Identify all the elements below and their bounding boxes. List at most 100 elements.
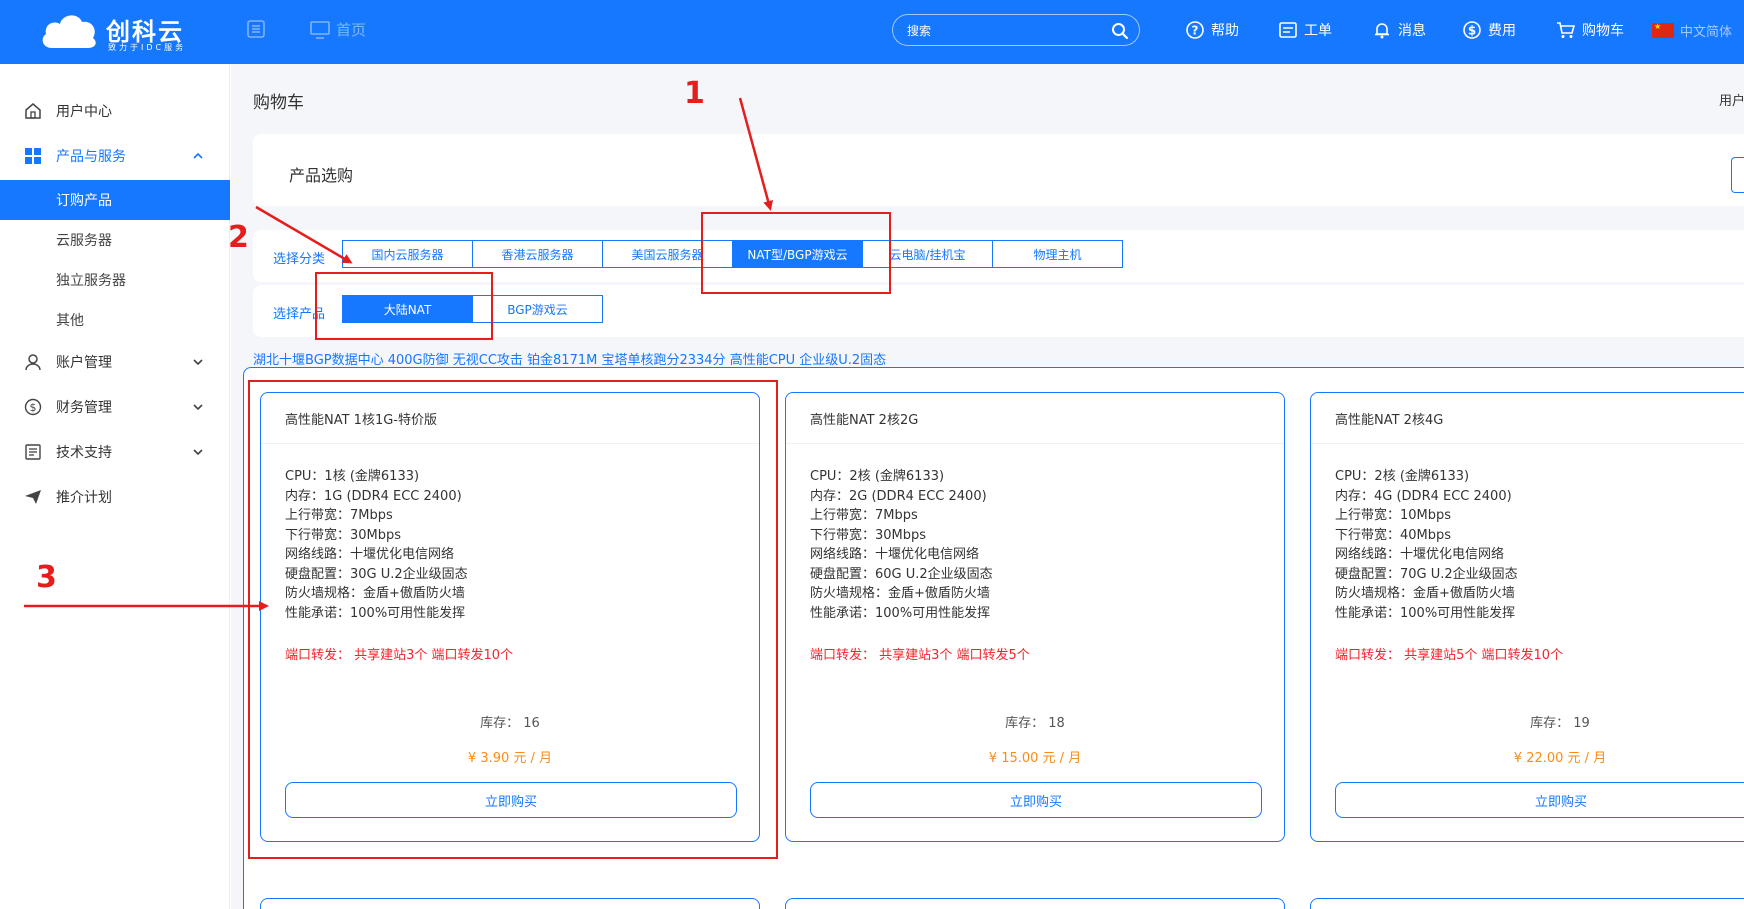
- dollar-icon: $: [24, 398, 42, 416]
- home-link[interactable]: 首页: [310, 19, 366, 40]
- plan-spec: 硬盘配置：70G U.2企业级固态: [1335, 566, 1518, 582]
- chevron-down-icon: [193, 404, 203, 411]
- panel-action-button[interactable]: [1731, 157, 1744, 193]
- paper-plane-icon: [25, 490, 41, 504]
- category-tab[interactable]: 国内云服务器: [342, 240, 473, 268]
- plan-card-next-row: [260, 898, 760, 909]
- sidebar: 用户中心 产品与服务 订购产品 云服务器 独立服务器 其他 账户管理 $ 财务管…: [0, 64, 230, 909]
- plan-spec: 硬盘配置：60G U.2企业级固态: [810, 566, 993, 582]
- monitor-icon: [310, 20, 330, 39]
- plan-card-next-row: [1310, 898, 1744, 909]
- nav-help-label: 帮助: [1211, 23, 1239, 39]
- plan-spec: 网络线路：十堰优化电信网络: [1335, 547, 1505, 562]
- category-tab[interactable]: 物理主机: [992, 240, 1123, 268]
- annotation-number-3: 3: [36, 560, 57, 595]
- plan-spec: 防火墙规格：金盾+傲盾防火墙: [810, 586, 990, 601]
- plan-port-forwarding: 端口转发： 共享建站3个 端口转发5个: [810, 648, 1030, 663]
- category-label: 选择分类: [273, 252, 326, 267]
- plan-spec: CPU：2核 (金牌6133): [810, 469, 945, 484]
- plan-stock: 库存： 18: [1005, 716, 1065, 731]
- plan-spec: CPU：2核 (金牌6133): [1335, 469, 1470, 484]
- nav-help[interactable]: ? 帮助: [1185, 18, 1239, 42]
- plan-spec: 性能承诺：100%可用性能发挥: [1335, 605, 1516, 621]
- home-label: 首页: [336, 21, 367, 39]
- nav-message[interactable]: 消息: [1372, 18, 1426, 42]
- plan-card-next-row: [785, 898, 1285, 909]
- chevron-down-icon: [193, 359, 203, 366]
- search-icon[interactable]: [1111, 22, 1129, 40]
- card-divider: [786, 443, 1284, 444]
- document-icon: [25, 444, 41, 460]
- home-icon: [25, 103, 41, 119]
- plan-stock: 库存： 19: [1530, 716, 1590, 731]
- page-title: 购物车: [253, 93, 304, 113]
- nav-message-label: 消息: [1398, 23, 1426, 39]
- ticket-icon: [1279, 22, 1297, 38]
- cloud-logo-icon: [42, 15, 96, 49]
- help-icon: ?: [1186, 21, 1204, 39]
- nav-cart[interactable]: 购物车: [1556, 18, 1624, 42]
- bell-icon: [1375, 23, 1389, 39]
- user-icon: [25, 354, 41, 371]
- sidebar-item-user-center[interactable]: 用户中心: [0, 91, 230, 131]
- plan-spec: 下行带宽：30Mbps: [810, 527, 927, 543]
- sidebar-item-account[interactable]: 账户管理: [0, 342, 230, 382]
- annotation-number-2: 2: [228, 220, 249, 255]
- sidebar-item-label: 产品与服务: [56, 149, 126, 165]
- sidebar-item-support[interactable]: 技术支持: [0, 432, 230, 472]
- plan-spec: 防火墙规格：金盾+傲盾防火墙: [1335, 586, 1515, 601]
- search-input[interactable]: [907, 21, 1097, 41]
- category-tab[interactable]: 香港云服务器: [472, 240, 603, 268]
- nav-cart-label: 购物车: [1582, 23, 1624, 39]
- svg-text:$: $: [30, 401, 37, 414]
- plan-card: 高性能NAT 2核4G CPU：2核 (金牌6133) 内存：4G (DDR4 E…: [1310, 392, 1744, 842]
- sidebar-sub-cloud[interactable]: 云服务器: [0, 220, 230, 260]
- sidebar-item-label: 用户中心: [56, 104, 112, 120]
- plan-spec: 上行带宽：7Mbps: [810, 508, 918, 523]
- nav-ticket-label: 工单: [1304, 23, 1332, 39]
- buy-now-button[interactable]: 立即购买: [1335, 782, 1744, 818]
- sidebar-item-finance[interactable]: $ 财务管理: [0, 387, 230, 427]
- chevron-up-icon: [193, 152, 203, 159]
- nav-ticket[interactable]: 工单: [1278, 18, 1332, 42]
- plan-card: 高性能NAT 2核2G CPU：2核 (金牌6133) 内存：2G (DDR4 E…: [785, 392, 1285, 842]
- plan-price: ¥ 15.00 元 / 月: [988, 751, 1082, 766]
- promo-text: 湖北十堰BGP数据中心 400G防御 无视CC攻击 铂金8171M 宝塔单核跑分…: [253, 353, 887, 368]
- nav-billing[interactable]: $ 费用: [1462, 18, 1516, 42]
- top-navbar: 创科云 致力于IDC服务 首页 ? 帮助 工单: [0, 0, 1744, 64]
- menu-toggle-icon[interactable]: [246, 19, 266, 39]
- sidebar-sub-label: 云服务器: [56, 233, 112, 249]
- svg-text:$: $: [1468, 24, 1476, 38]
- breadcrumb[interactable]: 用户中心: [1719, 90, 1744, 109]
- svg-text:?: ?: [1192, 24, 1199, 38]
- nav-billing-label: 费用: [1488, 23, 1516, 39]
- product-selection-panel: 产品选购: [253, 134, 1744, 206]
- plan-specs: CPU：2核 (金牌6133) 内存：4G (DDR4 ECC 2400) 上行带宽…: [1335, 467, 1518, 623]
- annotation-box-1: [701, 212, 891, 294]
- sidebar-sub-dedicated[interactable]: 独立服务器: [0, 260, 230, 300]
- annotation-box-3: [248, 380, 778, 859]
- sidebar-sub-other[interactable]: 其他: [0, 300, 230, 340]
- sidebar-item-label: 账户管理: [56, 355, 112, 371]
- sidebar-sub-label: 独立服务器: [56, 273, 126, 289]
- plan-spec: 内存：2G (DDR4 ECC 2400): [810, 488, 987, 504]
- panel-title: 产品选购: [289, 166, 354, 185]
- dollar-icon: $: [1463, 21, 1481, 39]
- plan-price: ¥ 22.00 元 / 月: [1513, 751, 1607, 766]
- sidebar-item-label: 推介计划: [56, 490, 112, 506]
- chevron-down-icon: [193, 449, 203, 456]
- sidebar-item-label: 财务管理: [56, 400, 112, 416]
- sidebar-sub-order[interactable]: 订购产品: [0, 180, 230, 220]
- plan-spec: 网络线路：十堰优化电信网络: [810, 547, 980, 562]
- brand-slogan: 致力于IDC服务: [108, 43, 187, 52]
- sidebar-sub-label: 订购产品: [56, 193, 112, 209]
- language-switch[interactable]: 中文简体: [1652, 18, 1732, 42]
- plan-name: 高性能NAT 2核4G: [1335, 413, 1444, 428]
- sidebar-item-products[interactable]: 产品与服务: [0, 136, 230, 176]
- buy-now-button[interactable]: 立即购买: [810, 782, 1262, 818]
- logo[interactable]: 创科云 致力于IDC服务: [38, 8, 208, 54]
- sidebar-item-label: 技术支持: [56, 445, 112, 461]
- plan-port-forwarding: 端口转发： 共享建站5个 端口转发10个: [1335, 648, 1564, 663]
- plan-spec: 内存：4G (DDR4 ECC 2400): [1335, 488, 1512, 504]
- sidebar-item-referral[interactable]: 推介计划: [0, 477, 230, 517]
